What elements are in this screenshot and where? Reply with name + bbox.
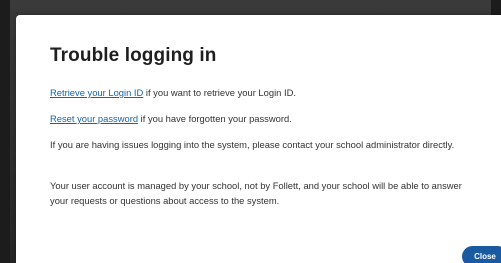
retrieve-login-id-text: if you want to retrieve your Login ID. [143, 87, 296, 98]
retrieve-login-id-line: Retrieve your Login ID if you want to re… [50, 86, 480, 101]
dialog-title: Trouble logging in [50, 45, 217, 66]
contact-admin-text: If you are having issues logging into th… [50, 139, 455, 150]
trouble-logging-in-dialog: Trouble logging in Retrieve your Login I… [16, 15, 501, 263]
reset-password-text: if you have forgotten your password. [138, 113, 292, 124]
retrieve-login-id-link[interactable]: Retrieve your Login ID [50, 87, 143, 98]
overlay-edge-left [0, 0, 10, 263]
close-button[interactable]: Close [462, 246, 501, 263]
account-managed-text: Your user account is managed by your sch… [50, 180, 462, 206]
reset-password-line: Reset your password if you have forgotte… [50, 112, 480, 127]
reset-password-link[interactable]: Reset your password [50, 113, 138, 124]
